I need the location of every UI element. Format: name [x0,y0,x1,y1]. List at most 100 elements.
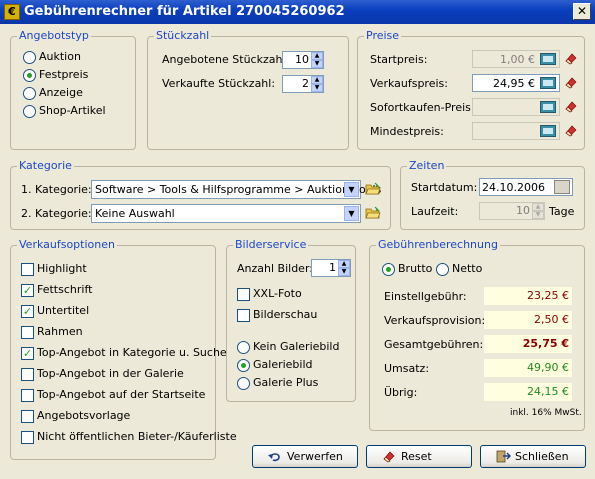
schliessen-button[interactable]: Schließen [480,445,586,468]
option-label: Top-Angebot auf der Startseite [37,388,206,401]
verkauft-down-button[interactable]: ▼ [311,84,323,92]
galerie-label: Galerie Plus [253,376,319,389]
eraser-icon[interactable] [564,52,578,66]
mindestpreis-field[interactable] [472,122,560,140]
chevron-down-icon[interactable]: ▼ [344,182,359,197]
verkauft-label: Verkaufte Stückzahl: [162,77,276,90]
verwerfen-label: Verwerfen [287,450,343,463]
laufzeit-stepper[interactable]: 10 ▲ ▼ [479,202,545,220]
calculator-icon[interactable] [540,101,556,113]
startdatum-field[interactable]: 24.10.2006 [479,178,573,196]
option-label: Top-Angebot in der Galerie [37,367,184,380]
galerie-label: Galeriebild [253,358,313,371]
checkbox-top-galerie[interactable] [21,368,34,381]
folder-open-icon[interactable] [365,182,381,196]
eraser-icon [383,451,395,463]
laufzeit-unit: Tage [549,205,575,218]
radio-netto[interactable] [436,263,449,276]
calculator-icon[interactable] [540,77,556,89]
chevron-down-icon[interactable]: ▼ [344,206,359,221]
angeboten-down-button[interactable]: ▼ [311,60,323,68]
laufzeit-down-button[interactable]: ▼ [532,211,544,219]
uebrig-label: Übrig: [384,386,418,399]
anzahl-value: 1 [329,261,336,274]
verwerfen-button[interactable]: Verwerfen [252,445,358,468]
preise-legend: Preise [364,29,402,42]
calculator-icon[interactable] [540,53,556,65]
bilderservice-legend: Bilderservice [233,238,309,251]
angebotstyp-group: Angebotstyp Auktion Festpreis Anzeige Sh… [10,29,136,150]
close-button[interactable]: ✕ [573,3,591,20]
verkauft-up-button[interactable]: ▲ [311,76,323,84]
angeboten-stepper[interactable]: 10 ▲ ▼ [282,51,324,69]
bilderschau-label: Bilderschau [253,308,318,321]
calculator-icon[interactable] [540,125,556,137]
startpreis-field[interactable]: 1,00 € [472,50,560,68]
anzahl-label: Anzahl Bilder: [237,262,313,275]
radio-shop-artikel[interactable] [23,105,36,118]
calendar-icon[interactable] [554,180,570,194]
window-title: Gebührenrechner für Artikel 270045260962 [24,4,345,19]
umsatz-value-box: 49,90 € [484,359,572,377]
bilderservice-group: Bilderservice Anzahl Bilder: 1 ▲ ▼ XXL-Fo… [226,238,356,402]
einstell-value: 23,25 € [527,289,569,302]
laufzeit-label: Laufzeit: [411,205,459,218]
radio-brutto[interactable] [382,263,395,276]
provision-value: 2,50 € [534,313,569,326]
radio-kein-galeriebild[interactable] [237,341,250,354]
reset-button[interactable]: Reset [366,445,472,468]
angeboten-up-button[interactable]: ▲ [311,52,323,60]
kat2-select[interactable]: Keine Auswahl ▼ [91,204,361,223]
checkbox-rahmen[interactable] [21,326,34,339]
verkaufsoptionen-group: Verkaufsoptionen Highlight ✓ Fettschrift… [10,238,237,460]
label-auktion: Auktion [39,50,81,63]
mwst-note: inkl. 16% MwSt. [510,408,582,418]
label-shop-artikel: Shop-Artikel [39,104,106,117]
kat2-value: Keine Auswahl [95,207,175,220]
kat1-select[interactable]: Software > Tools & Hilfsprogramme > Aukt… [91,180,381,199]
gebuehren-group: Gebührenberechnung Brutto Netto Einstell… [369,238,585,431]
startpreis-label: Startpreis: [370,53,428,66]
eraser-icon[interactable] [564,124,578,138]
checkbox-angebotsvorlage[interactable] [21,410,34,423]
checkbox-xxl-foto[interactable] [237,288,250,301]
uebrig-value: 24,15 € [527,385,569,398]
checkbox-highlight[interactable] [21,263,34,276]
eraser-icon[interactable] [564,76,578,90]
gesamt-value: 25,75 € [522,337,569,350]
option-label: Angebotsvorlage [37,409,131,422]
checkbox-bieterliste[interactable] [21,431,34,444]
checkbox-fettschrift[interactable]: ✓ [21,284,34,297]
verkaufsoptionen-legend: Verkaufsoptionen [17,238,117,251]
folder-open-icon[interactable] [365,206,381,220]
mindestpreis-label: Mindestpreis: [370,125,444,138]
kat1-label: 1. Kategorie: [21,183,92,196]
verkauft-value: 2 [302,77,309,90]
kat1-value: Software > Tools & Hilfsprogramme > Aukt… [95,183,382,196]
dialog-client: Angebotstyp Auktion Festpreis Anzeige Sh… [3,24,592,476]
laufzeit-up-button[interactable]: ▲ [532,203,544,211]
checkbox-top-kategorie[interactable]: ✓ [21,347,34,360]
radio-festpreis[interactable] [23,69,36,82]
einstell-value-box: 23,25 € [484,287,572,305]
radio-anzeige[interactable] [23,87,36,100]
checkbox-bilderschau[interactable] [237,309,250,322]
verkauft-stepper[interactable]: 2 ▲ ▼ [282,75,324,93]
option-label: Nicht öffentlichen Bieter-/Käuferliste [37,430,237,443]
anzahl-down-button[interactable]: ▼ [338,268,350,276]
eraser-icon[interactable] [564,100,578,114]
sofortkaufen-field[interactable] [472,98,560,116]
checkbox-top-startseite[interactable] [21,389,34,402]
anzahl-up-button[interactable]: ▲ [338,260,350,268]
provision-value-box: 2,50 € [484,311,572,329]
laufzeit-value: 10 [516,204,530,217]
radio-galerie-plus[interactable] [237,377,250,390]
verkaufspreis-field[interactable]: 24,95 € [472,74,560,92]
anzahl-stepper[interactable]: 1 ▲ ▼ [311,259,351,277]
radio-galeriebild[interactable] [237,359,250,372]
uebrig-value-box: 24,15 € [484,383,572,401]
radio-auktion[interactable] [23,51,36,64]
exit-door-icon [496,450,511,463]
checkbox-untertitel[interactable]: ✓ [21,305,34,318]
option-label: Top-Angebot in Kategorie u. Suche [37,346,227,359]
